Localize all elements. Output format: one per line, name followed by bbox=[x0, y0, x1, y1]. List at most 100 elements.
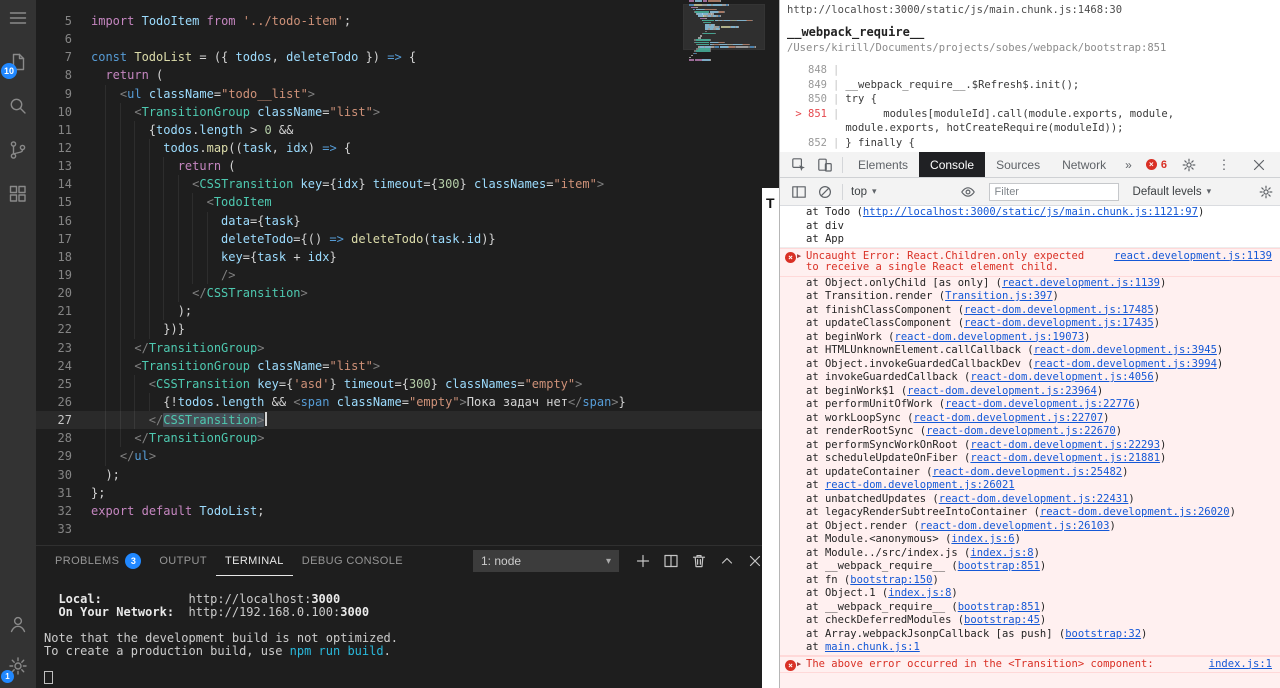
devtools-settings-icon[interactable] bbox=[1181, 157, 1197, 173]
source-link[interactable]: bootstrap:851 bbox=[958, 560, 1040, 572]
code-line[interactable]: 25 <CSSTransition key={'asd'} timeout={3… bbox=[36, 374, 779, 393]
code-line[interactable]: 10 <TransitionGroup className="list"> bbox=[36, 102, 779, 121]
inspect-element-icon[interactable] bbox=[791, 157, 807, 173]
stack-frame-location[interactable]: http://localhost:3000/static/js/main.chu… bbox=[787, 4, 1272, 16]
line-number[interactable]: 10 bbox=[36, 103, 72, 121]
line-number[interactable]: 9 bbox=[36, 85, 72, 103]
code-line[interactable]: 23 </TransitionGroup> bbox=[36, 338, 779, 357]
code-line[interactable]: 5 import TodoItem from '../todo-item'; bbox=[36, 12, 779, 30]
code-line[interactable]: 15 <TodoItem bbox=[36, 193, 779, 212]
line-number[interactable]: 20 bbox=[36, 284, 72, 302]
source-link[interactable]: react-dom.development.js:3994 bbox=[1034, 358, 1217, 370]
code-line[interactable]: 17 deleteTodo={() => deleteTodo(task.id)… bbox=[36, 229, 779, 248]
expand-triangle-icon[interactable]: ▶ bbox=[797, 251, 801, 263]
code-line[interactable]: 19 /> bbox=[36, 265, 779, 285]
devtools-tab-sources[interactable]: Sources bbox=[985, 152, 1051, 177]
line-number[interactable]: 21 bbox=[36, 302, 72, 320]
menu-icon[interactable] bbox=[6, 6, 30, 30]
source-link[interactable]: react-dom.development.js:4056 bbox=[970, 371, 1153, 383]
code-line[interactable]: 31}; bbox=[36, 484, 779, 502]
line-number[interactable]: 17 bbox=[36, 230, 72, 248]
panel-tab-output[interactable]: OUTPUT bbox=[150, 546, 216, 576]
close-panel-button[interactable] bbox=[747, 553, 763, 569]
line-number[interactable]: 16 bbox=[36, 212, 72, 230]
console-filter-input[interactable] bbox=[988, 182, 1119, 201]
code-line[interactable]: 12 todos.map((task, idx) => { bbox=[36, 138, 779, 158]
devtools-tab-network[interactable]: Network bbox=[1051, 152, 1117, 177]
code-line[interactable]: 20 </CSSTransition> bbox=[36, 284, 779, 303]
panel-tab-debug-console[interactable]: DEBUG CONSOLE bbox=[293, 546, 412, 576]
source-link[interactable]: react-dom.development.js:26103 bbox=[920, 520, 1110, 532]
source-link[interactable]: react-dom.development.js:22707 bbox=[913, 412, 1103, 424]
source-link[interactable]: react-dom.development.js:26021 bbox=[825, 479, 1015, 491]
line-number[interactable]: 14 bbox=[36, 175, 72, 193]
line-number[interactable]: 29 bbox=[36, 447, 72, 465]
line-number[interactable]: 7 bbox=[36, 48, 72, 66]
source-link[interactable]: bootstrap:851 bbox=[958, 601, 1040, 613]
code-line[interactable]: 21 ); bbox=[36, 302, 779, 321]
source-link[interactable]: bootstrap:32 bbox=[1065, 628, 1141, 640]
source-link[interactable]: react-dom.development.js:22431 bbox=[939, 493, 1129, 505]
kill-terminal-button[interactable] bbox=[691, 553, 707, 569]
source-link[interactable]: react-dom.development.js:22776 bbox=[945, 398, 1135, 410]
line-number[interactable]: 8 bbox=[36, 66, 72, 84]
files-icon[interactable]: 10 bbox=[1, 50, 30, 79]
source-link[interactable]: react-dom.development.js:22670 bbox=[926, 425, 1116, 437]
source-link[interactable]: main.chunk.js:1 bbox=[825, 641, 920, 653]
line-number[interactable]: 12 bbox=[36, 139, 72, 157]
line-number[interactable]: 33 bbox=[36, 520, 72, 538]
code-line[interactable]: 6 bbox=[36, 30, 779, 48]
line-number[interactable]: 5 bbox=[36, 12, 72, 30]
panel-tab-problems[interactable]: PROBLEMS 3 bbox=[46, 546, 150, 576]
line-number[interactable]: 31 bbox=[36, 484, 72, 502]
code-line[interactable]: 32 export default TodoList; bbox=[36, 502, 779, 520]
line-number[interactable]: 23 bbox=[36, 339, 72, 357]
extensions-icon[interactable] bbox=[6, 182, 30, 206]
console-sidebar-icon[interactable] bbox=[791, 184, 807, 200]
split-terminal-button[interactable] bbox=[663, 553, 679, 569]
code-line[interactable]: 26 {!todos.length && <span className="em… bbox=[36, 392, 779, 412]
source-link[interactable]: react-dom.development.js:17485 bbox=[964, 304, 1154, 316]
line-number[interactable]: 11 bbox=[36, 121, 72, 139]
minimap[interactable] bbox=[683, 0, 765, 130]
account-icon[interactable] bbox=[6, 612, 30, 636]
line-number[interactable]: 26 bbox=[36, 393, 72, 411]
error-count-badge[interactable]: × 6 bbox=[1145, 159, 1167, 171]
code-line[interactable]: 24 <TransitionGroup className="list"> bbox=[36, 356, 779, 375]
line-number[interactable]: 13 bbox=[36, 157, 72, 175]
code-line[interactable]: 9 <ul className="todo__list"> bbox=[36, 84, 779, 103]
line-number[interactable]: 28 bbox=[36, 429, 72, 447]
more-tabs-icon[interactable]: » bbox=[1125, 158, 1132, 172]
source-link[interactable]: react-dom.development.js:3945 bbox=[1034, 344, 1217, 356]
code-line[interactable]: 14 <CSSTransition key={idx} timeout={300… bbox=[36, 175, 779, 194]
settings-icon[interactable]: 1 bbox=[1, 654, 30, 683]
code-line[interactable]: 33 bbox=[36, 520, 779, 538]
line-number[interactable]: 30 bbox=[36, 466, 72, 484]
source-link[interactable]: react.development.js:1139 bbox=[1114, 250, 1272, 274]
maximize-panel-button[interactable] bbox=[719, 553, 735, 569]
new-terminal-button[interactable] bbox=[635, 553, 651, 569]
devtools-tab-elements[interactable]: Elements bbox=[847, 152, 919, 177]
source-link[interactable]: index.js:6 bbox=[951, 533, 1014, 545]
source-link[interactable]: react-dom.development.js:26020 bbox=[1040, 506, 1230, 518]
console-error-message[interactable]: × ▶ The above error occurred in the <Trans… bbox=[780, 655, 1280, 673]
code-line[interactable]: 13 return ( bbox=[36, 157, 779, 176]
device-toolbar-icon[interactable] bbox=[817, 157, 833, 173]
line-number[interactable]: 22 bbox=[36, 320, 72, 338]
code-line[interactable]: 18 key={task + idx} bbox=[36, 247, 779, 266]
code-line[interactable]: 8 return ( bbox=[36, 66, 779, 84]
live-expression-icon[interactable] bbox=[960, 184, 976, 200]
devtools-tab-console[interactable]: Console bbox=[919, 152, 986, 177]
source-link[interactable]: react-dom.development.js:19073 bbox=[895, 331, 1085, 343]
line-number[interactable]: 27 bbox=[36, 411, 72, 429]
line-number[interactable]: 24 bbox=[36, 357, 72, 375]
source-link[interactable]: Transition.js:397 bbox=[945, 290, 1052, 302]
line-number[interactable]: 6 bbox=[36, 30, 72, 48]
line-number[interactable]: 19 bbox=[36, 266, 72, 284]
console-settings-icon[interactable] bbox=[1258, 184, 1274, 200]
code-area[interactable]: 5 import TodoItem from '../todo-item'; 6 7 c… bbox=[36, 12, 779, 538]
execution-context-selector[interactable]: top ▾ bbox=[847, 186, 881, 198]
console-error-message[interactable]: × ▶ Uncaught Error: React.Children.only ex… bbox=[780, 247, 1280, 277]
code-line[interactable]: 11 {todos.length > 0 && bbox=[36, 120, 779, 139]
clear-console-icon[interactable] bbox=[817, 184, 833, 200]
